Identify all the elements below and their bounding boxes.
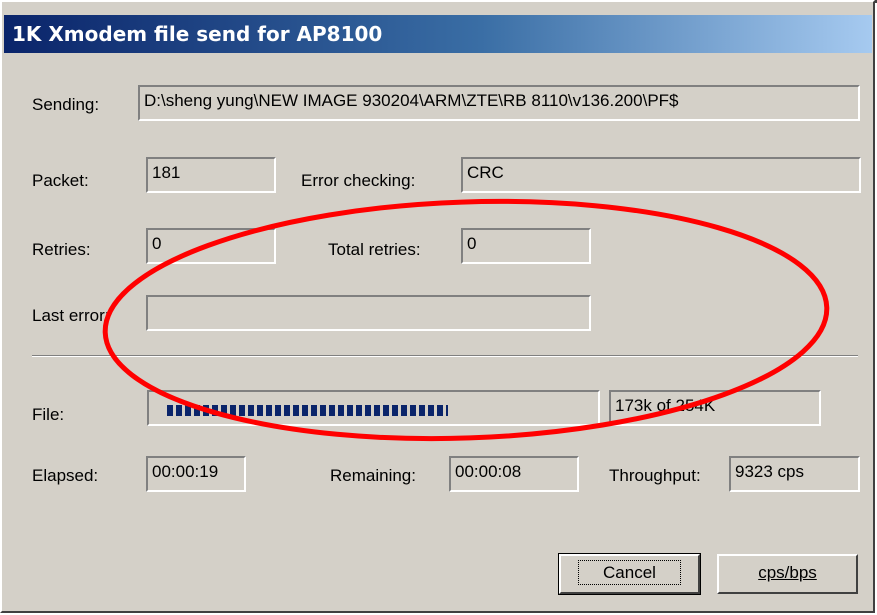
last-error-label: Last error: bbox=[32, 306, 110, 325]
total-retries-label: Total retries: bbox=[328, 240, 421, 259]
window-title: 1K Xmodem file send for AP8100 bbox=[12, 22, 383, 46]
section-divider bbox=[32, 355, 858, 357]
sending-path-field: D:\sheng yung\NEW IMAGE 930204\ARM\ZTE\R… bbox=[138, 85, 860, 121]
file-size-field: 173k of 254K bbox=[609, 390, 821, 426]
cps-bps-button-label: cps/bps bbox=[758, 563, 817, 582]
cancel-button-label: Cancel bbox=[578, 560, 681, 585]
packet-field: 181 bbox=[146, 157, 276, 193]
throughput-label: Throughput: bbox=[609, 466, 701, 485]
file-label: File: bbox=[32, 405, 65, 424]
error-checking-label: Error checking: bbox=[301, 171, 416, 190]
elapsed-field: 00:00:19 bbox=[146, 456, 246, 492]
retries-field: 0 bbox=[146, 228, 276, 264]
remaining-field: 00:00:08 bbox=[449, 456, 579, 492]
file-progress-bar bbox=[147, 390, 600, 426]
error-checking-field: CRC bbox=[461, 157, 861, 193]
packet-label: Packet: bbox=[32, 171, 89, 190]
total-retries-field: 0 bbox=[461, 228, 591, 264]
sending-label: Sending: bbox=[32, 95, 100, 114]
remaining-label: Remaining: bbox=[330, 466, 416, 485]
elapsed-label: Elapsed: bbox=[32, 466, 99, 485]
cps-bps-button[interactable]: cps/bps bbox=[717, 554, 858, 594]
retries-label: Retries: bbox=[32, 240, 91, 259]
throughput-field: 9323 cps bbox=[729, 456, 860, 492]
title-bar[interactable]: 1K Xmodem file send for AP8100 bbox=[4, 15, 872, 53]
cancel-button[interactable]: Cancel bbox=[558, 553, 701, 595]
progress-fill bbox=[167, 405, 448, 416]
last-error-field bbox=[146, 295, 591, 331]
